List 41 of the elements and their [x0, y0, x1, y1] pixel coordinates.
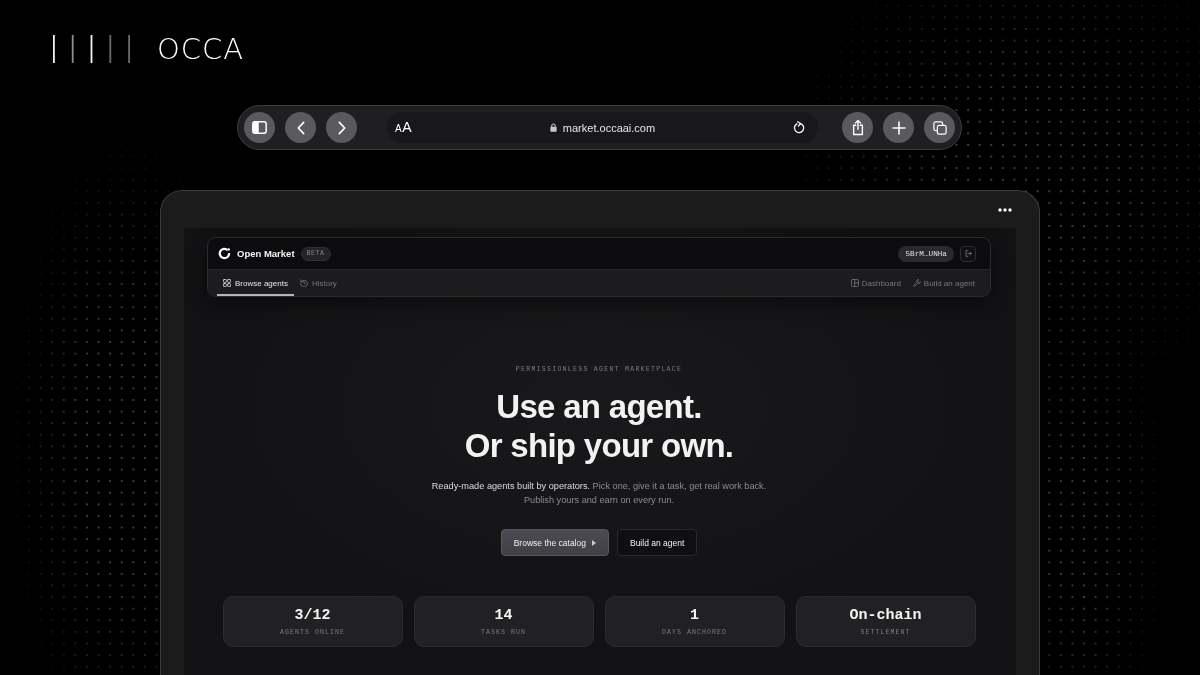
- share-icon: [850, 119, 865, 136]
- sidebar-button[interactable]: [244, 112, 275, 143]
- logout-icon: [964, 250, 972, 257]
- nav-tab[interactable]: Browse agents: [217, 270, 294, 296]
- chevron-left-icon: [296, 120, 305, 135]
- hero-description: Ready-made agents built by operators. Pick one, give it a task, get real work back. Publish yours and earn on every run.: [430, 480, 768, 507]
- wrench-icon: [912, 279, 921, 287]
- ring-logo-icon: [218, 247, 231, 260]
- forward-button[interactable]: [326, 112, 357, 143]
- share-button[interactable]: [842, 112, 873, 143]
- stat-value: On-chain: [849, 607, 922, 625]
- app-name: Open Market: [237, 248, 295, 259]
- build-agent-button[interactable]: Build an agent: [616, 529, 698, 556]
- grid-icon: [223, 279, 231, 287]
- reload-button[interactable]: [792, 120, 806, 135]
- hero-heading: Use an agent. Or ship your own.: [464, 387, 734, 465]
- stat-value: 3/12: [294, 607, 331, 625]
- back-button[interactable]: [285, 112, 316, 143]
- history-icon: [299, 279, 308, 287]
- new-tab-button[interactable]: [883, 112, 914, 143]
- layout-icon: [850, 279, 859, 287]
- tabs-button[interactable]: [924, 112, 955, 143]
- stat-value: 14: [494, 607, 513, 625]
- plus-icon: [891, 120, 906, 135]
- caret-icon: [591, 539, 596, 546]
- logout-button[interactable]: [960, 245, 976, 262]
- more-icon[interactable]: [998, 207, 1012, 212]
- lock-icon: [549, 123, 557, 132]
- chevron-right-icon: [337, 120, 346, 135]
- browse-catalog-button[interactable]: Browse the catalog: [500, 529, 609, 556]
- nav-tab[interactable]: History: [293, 270, 343, 296]
- overlapping-squares-icon: [932, 120, 947, 135]
- nav-link[interactable]: Build an agent: [912, 278, 975, 288]
- bars-logo-icon: [53, 35, 130, 63]
- brand-wordmark: OCCA: [157, 35, 245, 63]
- text-size-button[interactable]: AA: [387, 118, 412, 137]
- nav-link[interactable]: Dashboard: [850, 278, 901, 288]
- sidebar-icon: [252, 121, 267, 134]
- url-field[interactable]: market.occaai.com: [549, 121, 656, 134]
- reload-icon: [792, 120, 806, 135]
- stat-value: 1: [690, 607, 699, 625]
